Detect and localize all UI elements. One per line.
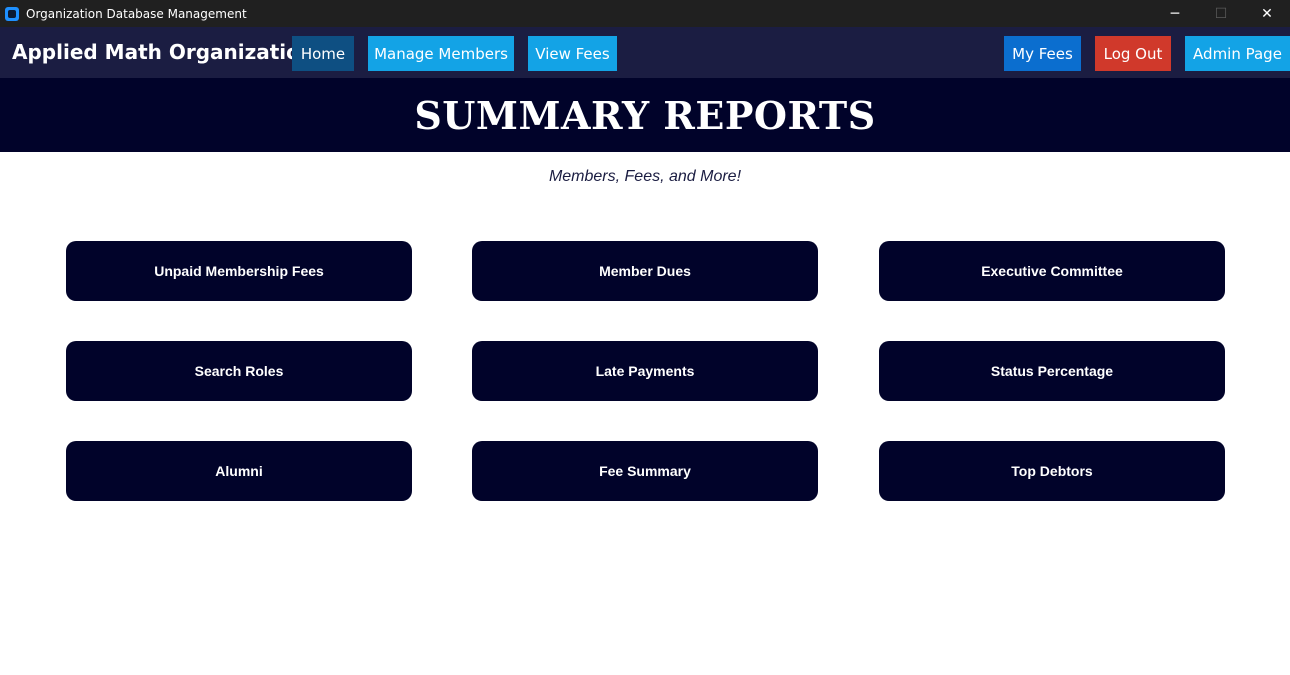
nav-log-out-button[interactable]: Log Out	[1095, 36, 1171, 71]
window-title: Organization Database Management	[26, 6, 247, 21]
unpaid-membership-fees-button[interactable]: Unpaid Membership Fees	[66, 241, 412, 301]
nav-view-fees-button[interactable]: View Fees	[528, 36, 617, 71]
minimize-icon[interactable]: ─	[1152, 0, 1198, 27]
status-percentage-button[interactable]: Status Percentage	[879, 341, 1225, 401]
window-titlebar: Organization Database Management ─ ☐ ✕	[0, 0, 1290, 27]
brand-title: Applied Math Organization	[12, 40, 315, 64]
fee-summary-button[interactable]: Fee Summary	[472, 441, 818, 501]
page-subtitle: Members, Fees, and More!	[548, 168, 742, 185]
maximize-icon[interactable]: ☐	[1198, 0, 1244, 27]
navbar: Applied Math Organization Home Manage Me…	[0, 27, 1290, 78]
late-payments-button[interactable]: Late Payments	[472, 341, 818, 401]
executive-committee-button[interactable]: Executive Committee	[879, 241, 1225, 301]
alumni-button[interactable]: Alumni	[66, 441, 412, 501]
search-roles-button[interactable]: Search Roles	[66, 341, 412, 401]
nav-manage-members-button[interactable]: Manage Members	[368, 36, 514, 71]
close-icon[interactable]: ✕	[1244, 0, 1290, 27]
app-icon	[5, 6, 19, 21]
page-title: SUMMARY REPORTS	[414, 92, 876, 138]
member-dues-button[interactable]: Member Dues	[472, 241, 818, 301]
nav-admin-page-button[interactable]: Admin Page	[1185, 36, 1290, 71]
nav-home-button[interactable]: Home	[292, 36, 354, 71]
top-debtors-button[interactable]: Top Debtors	[879, 441, 1225, 501]
nav-my-fees-button[interactable]: My Fees	[1004, 36, 1081, 71]
page-header: SUMMARY REPORTS	[0, 78, 1290, 152]
window-controls: ─ ☐ ✕	[1152, 0, 1290, 27]
